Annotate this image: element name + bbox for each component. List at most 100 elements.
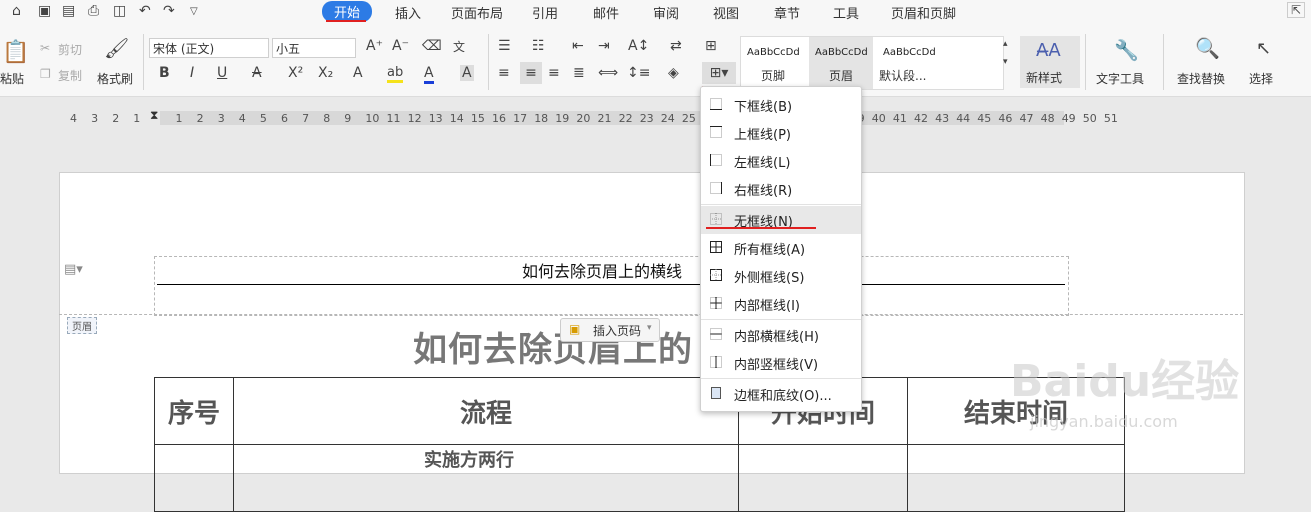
show-marks-icon[interactable]: ⇄ [670,38,682,54]
line-spacing-icon[interactable]: ↕≡ [627,65,650,81]
align-left-icon[interactable]: ≡ [498,65,510,81]
phonetic-guide-icon[interactable]: 文 [453,38,465,55]
align-center-icon[interactable]: ≡ [520,62,542,84]
gallery-scroll-up-icon[interactable]: ▴ [1003,39,1008,49]
save-icon[interactable]: ▣ [38,3,51,19]
ruler-number: 1 [133,112,141,125]
text-effect-icon[interactable]: A [353,65,363,81]
menu-item-no-border[interactable]: 无框线(N) [701,206,861,234]
shrink-font-icon[interactable]: A⁻ [392,38,409,54]
insert-page-number-button[interactable]: ▣ 插入页码 ▾ [560,318,660,342]
find-replace-button[interactable]: 查找替换 [1177,70,1225,87]
format-painter-button[interactable]: 格式刷 [97,70,133,87]
tab-references[interactable]: 引用 [532,3,558,22]
menu-item-bottom-border[interactable]: 下框线(B) [701,91,861,119]
highlight-icon[interactable]: ab [387,65,404,83]
menu-item-borders-shading[interactable]: 边框和底纹(O)... [701,380,861,408]
header-options-icon[interactable]: ▤▾ [64,262,83,277]
table-cell[interactable]: 流程 [233,377,739,445]
all-borders-icon [710,241,722,253]
tab-tools[interactable]: 工具 [833,3,859,22]
numbered-list-icon[interactable]: ☷ [532,38,545,54]
font-size-select[interactable]: 小五 [272,38,356,58]
customize-toolbar-icon[interactable]: ▽ [190,6,198,17]
ruler-number: 7 [302,112,310,125]
menu-item-right-border[interactable]: 右框线(R) [701,175,861,203]
tab-insert[interactable]: 插入 [395,3,421,22]
table-cell[interactable] [738,444,908,512]
style-header[interactable]: AaBbCcDd 页眉 [809,37,873,89]
align-right-icon[interactable]: ≡ [548,65,560,81]
ruler-number: 50 [1082,112,1097,125]
tab-header-footer[interactable]: 页眉和页脚 [891,3,956,22]
select-button[interactable]: 选择 [1249,70,1273,87]
tab-page-layout[interactable]: 页面布局 [451,3,503,22]
distributed-icon[interactable]: ⟺ [598,65,618,81]
ruler-number: 3 [91,112,99,125]
redo-icon[interactable]: ↷ [163,3,175,19]
print-preview-icon[interactable]: ◫ [113,3,126,19]
tab-review[interactable]: 审阅 [653,3,679,22]
justify-icon[interactable]: ≣ [573,65,585,81]
table-borders-top-icon[interactable]: ⊞ [705,38,717,54]
tab-view[interactable]: 视图 [713,3,739,22]
chinese-layout-icon[interactable]: A↕ [628,38,649,54]
indent-marker-icon[interactable]: ⧗ [150,108,158,123]
home-icon[interactable]: ⌂ [12,3,21,19]
annotation-underline [326,20,366,22]
ruler-number: 21 [597,112,612,125]
grow-font-icon[interactable]: A⁺ [366,38,383,54]
menu-item-top-border[interactable]: 上框线(P) [701,119,861,147]
menu-item-outside-borders[interactable]: 外侧框线(S) [701,262,861,290]
menu-item-left-border[interactable]: 左框线(L) [701,147,861,175]
new-style-button[interactable]: A̶A 新样式 [1020,36,1080,88]
strikethrough-icon[interactable]: A [252,65,262,81]
paste-button[interactable]: 粘贴 [0,70,24,87]
export-pdf-icon[interactable]: ▤ [62,3,75,19]
clear-format-icon[interactable]: ⌫ [422,38,442,54]
font-color-icon[interactable]: A [424,65,434,84]
decrease-indent-icon[interactable]: ⇤ [572,38,584,54]
text-tools-button[interactable]: 文字工具 [1096,70,1144,87]
style-footer[interactable]: AaBbCcDd 页脚 [741,37,805,89]
tab-chapter[interactable]: 章节 [774,3,800,22]
table-cell[interactable]: 序号 [154,377,234,445]
shading-icon[interactable]: ◈ [668,65,679,81]
superscript-icon[interactable]: X² [288,65,303,81]
table-cell[interactable] [154,444,234,512]
undo-icon[interactable]: ↶ [139,3,151,19]
menu-item-inside-vertical-border[interactable]: 内部竖框线(V) [701,349,861,377]
separator [143,34,144,90]
expand-ribbon-icon[interactable]: ⇱ [1287,2,1306,18]
tab-mailings[interactable]: 邮件 [593,3,619,22]
cut-button[interactable]: 剪切 [58,41,82,58]
font-name-select[interactable]: 宋体 (正文) [149,38,269,58]
style-default-paragraph[interactable]: AaBbCcDd 默认段... [877,37,941,89]
copy-button[interactable]: 复制 [58,67,82,84]
bullet-list-icon[interactable]: ☰ [498,38,511,54]
search-icon[interactable]: 🔍 [1195,36,1220,60]
gallery-scroll-down-icon[interactable]: ▾ [1003,57,1008,67]
bold-icon[interactable]: B [159,65,170,81]
ruler-number: 19 [555,112,570,125]
print-icon[interactable]: ⎙ [88,3,99,19]
italic-icon[interactable]: I [190,65,194,81]
horizontal-ruler[interactable]: 4 3 2 1 1 2 3 4 5 6 7 8 9 10 11 12 13 14 15 16 17 18 19 20 21 22 2… [0,106,1311,128]
ruler-number: 5 [259,112,267,125]
document-table[interactable]: 序号 流程 开始时间 结束时间 实施方两行 [154,377,1125,512]
menu-item-all-borders[interactable]: 所有框线(A) [701,234,861,262]
table-cell[interactable]: 实施方两行 [233,444,739,512]
underline-icon[interactable]: U [217,65,227,81]
char-shading-icon[interactable]: A [460,65,474,81]
table-cell[interactable] [907,444,1125,512]
format-painter-icon[interactable]: 🖌 [104,36,129,60]
cursor-icon[interactable]: ↖ [1256,38,1271,59]
increase-indent-icon[interactable]: ⇥ [598,38,610,54]
paste-icon[interactable]: 📋 [2,40,29,65]
menu-item-inside-borders[interactable]: 内部框线(I) [701,290,861,318]
menu-item-inside-horizontal-border[interactable]: 内部横框线(H) [701,321,861,349]
wrench-icon[interactable]: 🔧 [1114,38,1139,62]
tab-home[interactable]: 开始 [322,1,373,22]
borders-dropdown-button[interactable]: ⊞▾ [702,62,736,84]
subscript-icon[interactable]: X₂ [318,65,333,81]
